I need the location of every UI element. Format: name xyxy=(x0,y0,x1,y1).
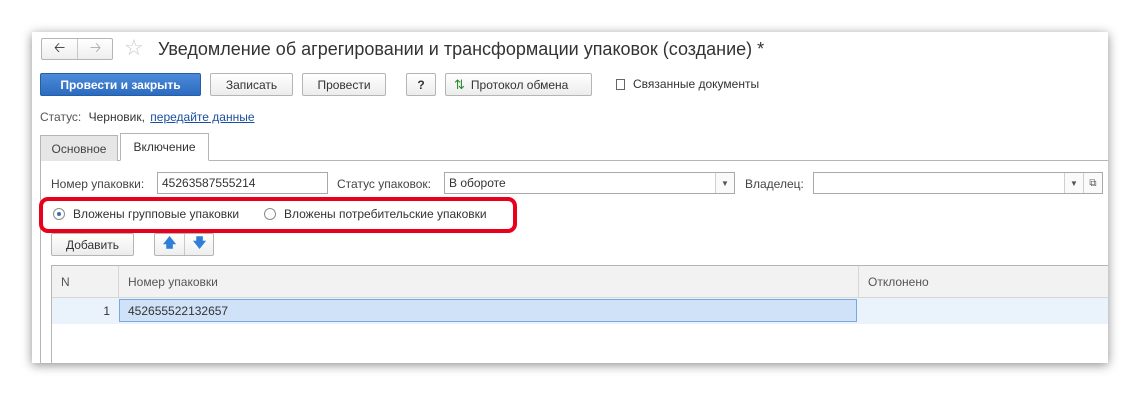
row-number: 1 xyxy=(103,304,110,318)
radio-consumer-packages[interactable] xyxy=(264,208,276,220)
open-icon[interactable]: ⧉ xyxy=(1083,173,1102,193)
related-documents-label: Связанные документы xyxy=(633,77,760,91)
post-button[interactable]: Провести xyxy=(302,73,386,96)
nav-group: 🡠 🡢 xyxy=(41,38,113,60)
column-divider xyxy=(858,266,859,297)
exchange-protocol-label: Протокол обмена xyxy=(470,77,569,92)
arrow-up-icon: 🡅 xyxy=(162,234,177,250)
related-documents-link[interactable]: Связанные документы xyxy=(616,77,759,91)
move-up-button[interactable]: 🡅 xyxy=(155,234,185,255)
owner-label: Владелец: xyxy=(745,177,804,191)
window-title: Уведомление об агрегировании и трансформ… xyxy=(158,39,765,59)
arrow-down-icon: 🡇 xyxy=(192,234,207,250)
help-button[interactable]: ? xyxy=(406,73,436,96)
sync-icon: ⇅ xyxy=(454,76,465,92)
transfer-data-link[interactable]: передайте данные xyxy=(150,110,254,124)
column-header-package-number[interactable]: Номер упаковки xyxy=(128,275,218,289)
exchange-protocol-button[interactable]: ⇅ Протокол обмена xyxy=(445,73,592,96)
packages-table: N Номер упаковки Отклонено 1 45265552213… xyxy=(51,265,1108,363)
star-icon[interactable]: ☆ xyxy=(124,35,144,61)
table-row[interactable]: 1 452655522132657 xyxy=(52,298,1108,324)
post-and-close-button[interactable]: Провести и закрыть xyxy=(40,73,201,96)
forward-button[interactable]: 🡢 xyxy=(78,39,113,59)
package-number-input[interactable]: 45263587555214 xyxy=(157,172,328,194)
owner-select[interactable]: ▼ ⧉ xyxy=(813,172,1103,194)
package-number-cell[interactable]: 452655522132657 xyxy=(119,299,857,322)
content-border xyxy=(40,160,41,363)
status-label: Статус: xyxy=(40,110,82,124)
status-value: Черновик, xyxy=(88,110,145,124)
package-status-value: В обороте xyxy=(449,176,506,190)
document-icon xyxy=(616,78,625,90)
status-line: Статус: Черновик, передайте данные xyxy=(40,110,255,124)
column-divider xyxy=(118,266,119,297)
package-status-label: Статус упаковок: xyxy=(337,177,431,191)
column-header-n[interactable]: N xyxy=(61,275,70,289)
save-button[interactable]: Записать xyxy=(210,73,293,96)
add-button[interactable]: Добавить xyxy=(51,233,134,256)
move-down-button[interactable]: 🡇 xyxy=(185,234,214,255)
tab-inclusion[interactable]: Включение xyxy=(120,133,209,161)
forward-arrow-icon: 🡢 xyxy=(89,39,102,55)
chevron-down-icon[interactable]: ▼ xyxy=(715,173,734,193)
package-status-select[interactable]: В обороте ▼ xyxy=(444,172,735,194)
back-button[interactable]: 🡠 xyxy=(42,39,78,59)
back-arrow-icon: 🡠 xyxy=(53,39,66,55)
chevron-down-icon[interactable]: ▼ xyxy=(1064,173,1083,193)
package-number-cell-value: 452655522132657 xyxy=(128,304,229,318)
table-header: N Номер упаковки Отклонено xyxy=(52,266,1108,298)
tab-main[interactable]: Основное xyxy=(40,135,118,161)
document-window: 🡠 🡢 ☆ Уведомление об агрегировании и тра… xyxy=(32,32,1108,363)
column-header-rejected[interactable]: Отклонено xyxy=(868,275,929,289)
package-number-label: Номер упаковки: xyxy=(51,177,145,191)
move-buttons: 🡅 🡇 xyxy=(154,233,214,256)
radio-group-packages-label[interactable]: Вложены групповые упаковки xyxy=(73,207,239,221)
radio-group-packages[interactable] xyxy=(53,208,65,220)
radio-consumer-packages-label[interactable]: Вложены потребительские упаковки xyxy=(284,207,487,221)
